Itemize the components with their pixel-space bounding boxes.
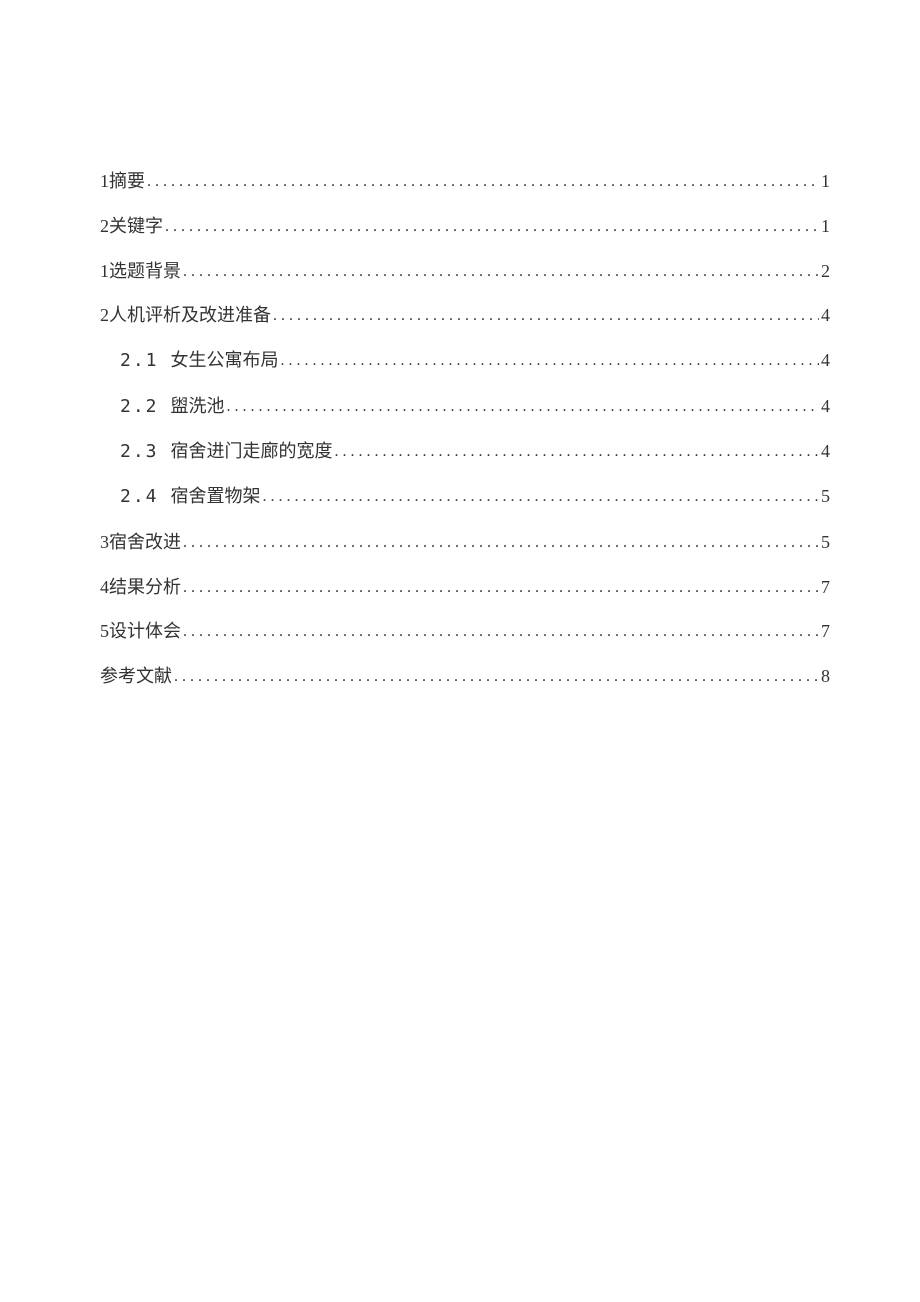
toc-leader-dots: ........................................…	[279, 347, 819, 376]
toc-entry: 2关键字 ...................................…	[100, 210, 830, 243]
toc-entry-label: 2.1 女生公寓布局	[120, 344, 279, 377]
toc-entry: 3宿舍改进 ..................................…	[100, 526, 830, 559]
table-of-contents: 1摘要 ....................................…	[100, 165, 830, 693]
toc-leader-dots: ........................................…	[271, 302, 819, 331]
toc-entry: 4结果分析 ..................................…	[100, 571, 830, 604]
toc-entry-label: 2关键字	[100, 210, 163, 242]
toc-sub-title: 女生公寓布局	[171, 350, 279, 370]
toc-entry: 5设计体会 ..................................…	[100, 615, 830, 648]
toc-entry: 1选题背景 ..................................…	[100, 255, 830, 288]
toc-entry-label: 1摘要	[100, 165, 145, 197]
toc-entry-page: 5	[819, 526, 830, 558]
toc-entry-page: 4	[819, 344, 830, 376]
toc-subentry: 2.3 宿舍进门走廊的宽度 ...........................…	[100, 435, 830, 468]
toc-leader-dots: ........................................…	[163, 213, 819, 242]
toc-entry-page: 4	[819, 435, 830, 467]
toc-sub-title: 盥洗池	[171, 396, 225, 416]
toc-entry-label: 1选题背景	[100, 255, 181, 287]
toc-entry-page: 1	[819, 165, 830, 197]
toc-leader-dots: ........................................…	[225, 393, 819, 422]
toc-leader-dots: ........................................…	[172, 663, 819, 692]
toc-entry-page: 2	[819, 255, 830, 287]
toc-leader-dots: ........................................…	[181, 258, 819, 287]
toc-entry-label: 2.4 宿舍置物架	[120, 480, 261, 513]
toc-entry-label: 参考文献	[100, 660, 172, 692]
toc-entry-page: 1	[819, 210, 830, 242]
toc-entry-page: 4	[819, 299, 830, 331]
toc-sub-title: 宿舍置物架	[171, 486, 261, 506]
toc-entry-label: 2.2 盥洗池	[120, 390, 225, 423]
toc-sub-number: 2.2	[120, 396, 159, 417]
toc-entry-label: 4结果分析	[100, 571, 181, 603]
toc-sub-title: 宿舍进门走廊的宽度	[171, 441, 333, 461]
toc-entry: 参考文献 ...................................…	[100, 660, 830, 693]
toc-entry: 1摘要 ....................................…	[100, 165, 830, 198]
toc-subentry: 2.2 盥洗池 .................................…	[100, 390, 830, 423]
toc-entry-page: 7	[819, 615, 830, 647]
toc-entry-label: 2人机评析及改进准备	[100, 299, 271, 331]
toc-entry: 2人机评析及改进准备 .............................…	[100, 299, 830, 332]
toc-leader-dots: ........................................…	[181, 574, 819, 603]
toc-entry-page: 5	[819, 480, 830, 512]
toc-sub-number: 2.4	[120, 486, 159, 507]
toc-entry-label: 5设计体会	[100, 615, 181, 647]
toc-entry-page: 7	[819, 571, 830, 603]
toc-entry-label: 2.3 宿舍进门走廊的宽度	[120, 435, 333, 468]
toc-sub-number: 2.1	[120, 350, 159, 371]
toc-leader-dots: ........................................…	[181, 618, 819, 647]
toc-leader-dots: ........................................…	[181, 529, 819, 558]
toc-leader-dots: ........................................…	[145, 168, 819, 197]
toc-subentry: 2.4 宿舍置物架 ...............................…	[100, 480, 830, 513]
toc-sub-number: 2.3	[120, 441, 159, 462]
toc-entry-page: 8	[819, 660, 830, 692]
toc-leader-dots: ........................................…	[261, 483, 819, 512]
toc-leader-dots: ........................................…	[333, 438, 819, 467]
toc-entry-label: 3宿舍改进	[100, 526, 181, 558]
toc-subentry: 2.1 女生公寓布局 ..............................…	[100, 344, 830, 377]
toc-entry-page: 4	[819, 390, 830, 422]
